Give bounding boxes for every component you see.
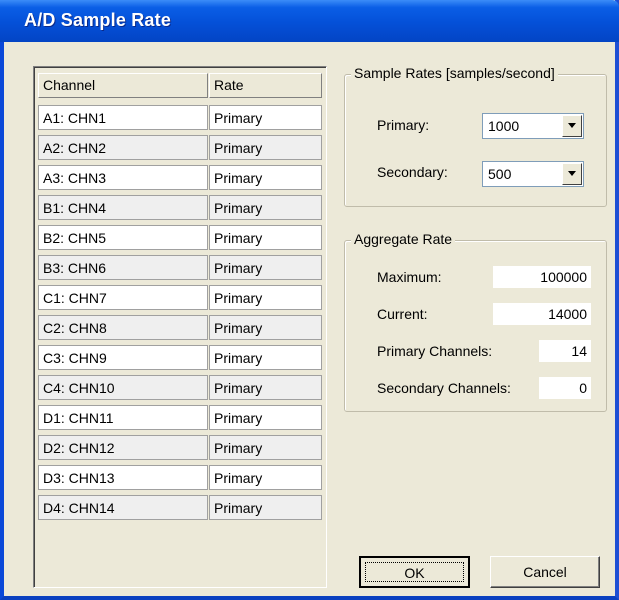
rate-cell[interactable]: Primary <box>209 315 322 340</box>
maximum-label: Maximum: <box>377 269 442 285</box>
channel-cell[interactable]: B1: CHN4 <box>38 195 208 220</box>
secondary-rate-select[interactable]: 500 <box>482 161 584 187</box>
channel-cell[interactable]: D2: CHN12 <box>38 435 208 460</box>
secondary-channels-label: Secondary Channels: <box>377 380 511 396</box>
primary-channels-value: 14 <box>539 340 591 362</box>
secondary-channels-value: 0 <box>539 377 591 399</box>
rate-cell[interactable]: Primary <box>209 375 322 400</box>
rate-cell[interactable]: Primary <box>209 405 322 430</box>
secondary-rate-label: Secondary: <box>377 164 448 180</box>
secondary-rate-value: 500 <box>488 166 512 182</box>
channel-cell[interactable]: C2: CHN8 <box>38 315 208 340</box>
rate-cell[interactable]: Primary <box>209 255 322 280</box>
rate-cell[interactable]: Primary <box>209 195 322 220</box>
rate-cell[interactable]: Primary <box>209 135 322 160</box>
rate-cell[interactable]: Primary <box>209 465 322 490</box>
channel-cell[interactable]: A3: CHN3 <box>38 165 208 190</box>
rate-cell[interactable]: Primary <box>209 435 322 460</box>
aggregate-rate-group-label: Aggregate Rate <box>351 231 456 247</box>
channel-cell[interactable]: C3: CHN9 <box>38 345 208 370</box>
channel-cell[interactable]: B2: CHN5 <box>38 225 208 250</box>
channel-cell[interactable]: D1: CHN11 <box>38 405 208 430</box>
cancel-button-label: Cancel <box>523 564 567 580</box>
window-title: A/D Sample Rate <box>24 10 172 30</box>
sample-rates-group: Sample Rates [samples/second] Primary: 1… <box>344 65 607 207</box>
secondary-rate-dropdown-button[interactable] <box>562 163 582 185</box>
channel-cell[interactable]: D3: CHN13 <box>38 465 208 490</box>
primary-rate-select[interactable]: 1000 <box>482 113 584 139</box>
aggregate-rate-group: Aggregate Rate Maximum: 100000 Current: … <box>344 231 607 412</box>
primary-rate-dropdown-button[interactable] <box>562 115 582 137</box>
current-label: Current: <box>377 306 428 322</box>
primary-rate-value: 1000 <box>488 118 520 134</box>
column-header-rate[interactable]: Rate <box>209 73 322 98</box>
cancel-button[interactable]: Cancel <box>490 556 600 588</box>
dialog-window: A/D Sample Rate Channel Rate A1: CHN1 Pri… <box>0 0 619 600</box>
current-value: 14000 <box>493 303 591 325</box>
chevron-down-icon <box>568 123 576 128</box>
channel-grid[interactable]: Channel Rate A1: CHN1 Primary A2: CHN2 Prim… <box>33 66 327 588</box>
sample-rates-group-label: Sample Rates [samples/second] <box>351 65 558 81</box>
rate-cell[interactable]: Primary <box>209 345 322 370</box>
primary-channels-label: Primary Channels: <box>377 343 493 359</box>
channel-cell[interactable]: A2: CHN2 <box>38 135 208 160</box>
title-bar[interactable]: A/D Sample Rate <box>0 0 619 42</box>
chevron-down-icon <box>568 171 576 176</box>
column-header-channel[interactable]: Channel <box>38 73 208 98</box>
rate-cell[interactable]: Primary <box>209 165 322 190</box>
channel-cell[interactable]: C4: CHN10 <box>38 375 208 400</box>
channel-cell[interactable]: A1: CHN1 <box>38 105 208 130</box>
channel-cell[interactable]: B3: CHN6 <box>38 255 208 280</box>
maximum-value: 100000 <box>493 266 591 288</box>
rate-cell[interactable]: Primary <box>209 105 322 130</box>
ok-button-label: OK <box>404 565 425 581</box>
rate-cell[interactable]: Primary <box>209 495 322 520</box>
rate-cell[interactable]: Primary <box>209 225 322 250</box>
ok-button[interactable]: OK <box>359 556 470 588</box>
channel-cell[interactable]: C1: CHN7 <box>38 285 208 310</box>
primary-rate-label: Primary: <box>377 117 430 133</box>
rate-cell[interactable]: Primary <box>209 285 322 310</box>
channel-cell[interactable]: D4: CHN14 <box>38 495 208 520</box>
